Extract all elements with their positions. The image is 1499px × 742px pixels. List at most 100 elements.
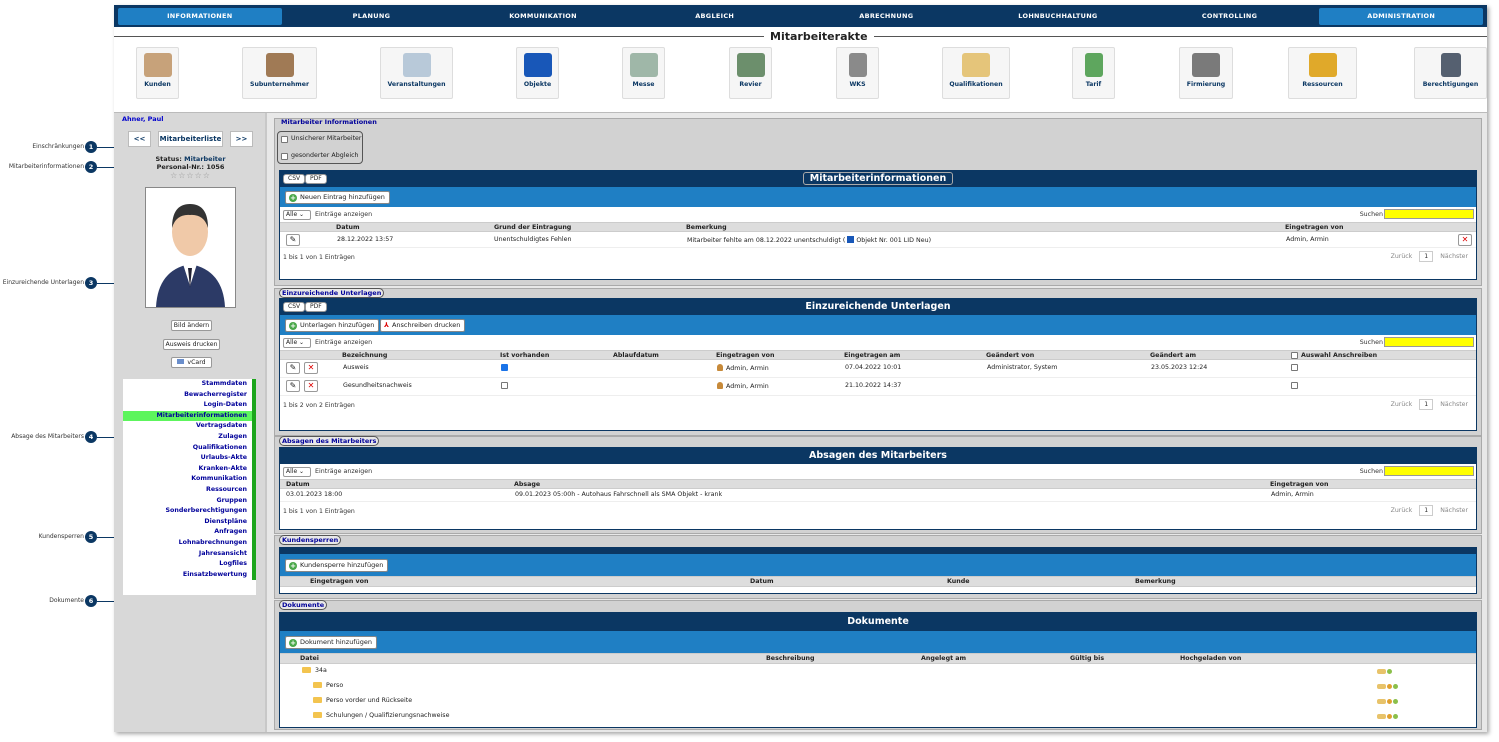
menu-item-dienstplaene[interactable]: Dienstpläne (123, 516, 256, 528)
column-header[interactable]: Bemerkung (686, 224, 727, 231)
menu-item-stammdaten[interactable]: Stammdaten (123, 379, 256, 390)
column-header[interactable]: Grund der Eintragung (494, 224, 571, 231)
column-header[interactable]: Absage (514, 481, 540, 488)
unsafe-employee-checkbox[interactable] (281, 136, 288, 143)
folder-actions-icon[interactable] (1377, 698, 1407, 706)
column-header[interactable]: Eingetragen am (844, 352, 900, 359)
present-checkbox[interactable] (501, 382, 508, 389)
column-header[interactable]: Eingetragen von (310, 578, 368, 585)
add-document-button[interactable]: + Dokument hinzufügen (285, 636, 377, 649)
nav-item-informationen[interactable]: INFORMATIONEN (118, 7, 282, 25)
column-header[interactable]: Bemerkung (1135, 578, 1176, 585)
folder-actions-icon[interactable] (1377, 713, 1407, 721)
folder-row[interactable]: Perso (280, 679, 1476, 694)
edit-button[interactable]: ✎ (286, 234, 300, 246)
menu-item-qualifikationen[interactable]: Qualifikationen (123, 442, 256, 454)
nav-item-administration[interactable]: ADMINISTRATION (1319, 7, 1483, 25)
module-button-ressourcen[interactable]: Ressourcen (1288, 47, 1357, 99)
column-header[interactable]: Ablaufdatum (613, 352, 659, 359)
column-header[interactable]: Datum (336, 224, 360, 231)
folder-row[interactable]: Perso vorder und Rückseite (280, 694, 1476, 709)
folder-row[interactable]: Schulungen / Qualifizierungsnachweise (280, 709, 1476, 724)
entries-select[interactable]: Alle ⌄ (283, 467, 311, 477)
column-header[interactable]: Eingetragen von (1270, 481, 1328, 488)
module-button-subunternehmer[interactable]: Subunternehmer (242, 47, 317, 99)
module-button-berechtigungen[interactable]: Berechtigungen (1414, 47, 1487, 99)
add-entry-button[interactable]: + Neuen Eintrag hinzufügen (285, 191, 390, 204)
column-header[interactable]: Bezeichnung (342, 352, 387, 359)
module-button-messe[interactable]: Messe (622, 47, 665, 99)
menu-item-lohnabrechnungen[interactable]: Lohnabrechnungen (123, 537, 256, 549)
print-letter-button[interactable]: ⅄ Anschreiben drucken (380, 319, 466, 332)
column-header[interactable]: Eingetragen von (1285, 224, 1343, 231)
menu-item-bewacherregister[interactable]: Bewacherregister (123, 389, 256, 401)
page-number[interactable]: 1 (1419, 505, 1434, 516)
column-header[interactable]: Geändert von (986, 352, 1034, 359)
delete-button[interactable]: ✕ (304, 362, 318, 374)
menu-item-ressourcen[interactable]: Ressourcen (123, 484, 256, 496)
column-header[interactable]: Hochgeladen von (1180, 655, 1241, 662)
entries-select[interactable]: Alle ⌄ (283, 338, 311, 348)
menu-item-anfragen[interactable]: Anfragen (123, 527, 256, 538)
select-all-checkbox[interactable] (1291, 352, 1298, 359)
search-input[interactable] (1384, 337, 1474, 347)
menu-item-logfiles[interactable]: Logfiles (123, 559, 256, 570)
column-header[interactable]: Angelegt am (921, 655, 966, 662)
column-header[interactable]: Beschreibung (766, 655, 815, 662)
edit-button[interactable]: ✎ (286, 380, 300, 392)
column-header[interactable]: Auswahl Anschreiben (1301, 352, 1377, 359)
add-customer-block-button[interactable]: + Kundensperre hinzufügen (285, 559, 389, 572)
vcard-button[interactable]: vCard (171, 357, 212, 368)
menu-item-zulagen[interactable]: Zulagen (123, 431, 256, 443)
letter-select-checkbox[interactable] (1291, 364, 1298, 371)
next-page-button[interactable]: Nächster (1440, 507, 1468, 514)
menu-item-jahresansicht[interactable]: Jahresansicht (123, 548, 256, 560)
nav-item-planung[interactable]: PLANUNG (290, 8, 454, 25)
present-checkbox[interactable] (501, 364, 508, 371)
menu-item-kommunikation[interactable]: Kommunikation (123, 474, 256, 485)
column-header[interactable]: Datei (300, 655, 319, 662)
search-input[interactable] (1384, 209, 1474, 219)
row-remark-object[interactable]: Objekt Nr. 001 LID Neu) (856, 237, 931, 244)
change-image-button[interactable]: Bild ändern (171, 320, 212, 331)
search-input[interactable] (1384, 466, 1474, 476)
module-button-tarif[interactable]: Tarif (1072, 47, 1115, 99)
folder-actions-icon[interactable] (1377, 668, 1397, 676)
employee-list-button[interactable]: Mitarbeiterliste (158, 131, 223, 147)
page-number[interactable]: 1 (1419, 251, 1434, 262)
prev-employee-button[interactable]: << (128, 131, 151, 147)
column-header[interactable]: Datum (286, 481, 310, 488)
folder-actions-icon[interactable] (1377, 683, 1407, 691)
delete-button[interactable]: ✕ (304, 380, 318, 392)
module-button-qualifikationen[interactable]: Qualifikationen (942, 47, 1010, 99)
nav-item-abrechnung[interactable]: ABRECHNUNG (805, 8, 969, 25)
rating-stars[interactable]: ☆☆☆☆☆ (114, 171, 267, 180)
add-documents-button[interactable]: + Unterlagen hinzufügen (285, 319, 380, 332)
column-header[interactable]: Kunde (947, 578, 970, 585)
next-page-button[interactable]: Nächster (1440, 401, 1468, 408)
delete-button[interactable]: ✕ (1458, 234, 1472, 246)
menu-item-sonderberechtigungen[interactable]: Sonderberechtigungen (123, 506, 256, 517)
prev-page-button[interactable]: Zurück (1391, 507, 1413, 514)
entries-select[interactable]: Alle ⌄ (283, 210, 311, 220)
prev-page-button[interactable]: Zurück (1391, 253, 1413, 260)
column-header[interactable]: Ist vorhanden (500, 352, 549, 359)
column-header[interactable]: Eingetragen von (716, 352, 774, 359)
column-header[interactable]: Geändert am (1150, 352, 1196, 359)
module-button-wks[interactable]: WKS (836, 47, 879, 99)
prev-page-button[interactable]: Zurück (1391, 401, 1413, 408)
nav-item-abgleich[interactable]: ABGLEICH (633, 8, 797, 25)
nav-item-lohnbuchhaltung[interactable]: LOHNBUCHHALTUNG (976, 8, 1140, 25)
menu-item-kranken-akte[interactable]: Kranken-Akte (123, 463, 256, 475)
separate-reconciliation-checkbox[interactable] (281, 153, 288, 160)
menu-item-login-daten[interactable]: Login-Daten (123, 400, 256, 411)
module-button-veranstaltungen[interactable]: Veranstaltungen (380, 47, 453, 99)
menu-item-vertragsdaten[interactable]: Vertragsdaten (123, 421, 256, 432)
column-header[interactable]: Gültig bis (1070, 655, 1104, 662)
nav-item-controlling[interactable]: CONTROLLING (1148, 8, 1312, 25)
folder-row[interactable]: 34a (280, 664, 1476, 679)
menu-item-urlaubs-akte[interactable]: Urlaubs-Akte (123, 453, 256, 464)
next-page-button[interactable]: Nächster (1440, 253, 1468, 260)
print-id-button[interactable]: Ausweis drucken (163, 339, 220, 350)
page-number[interactable]: 1 (1419, 399, 1434, 410)
